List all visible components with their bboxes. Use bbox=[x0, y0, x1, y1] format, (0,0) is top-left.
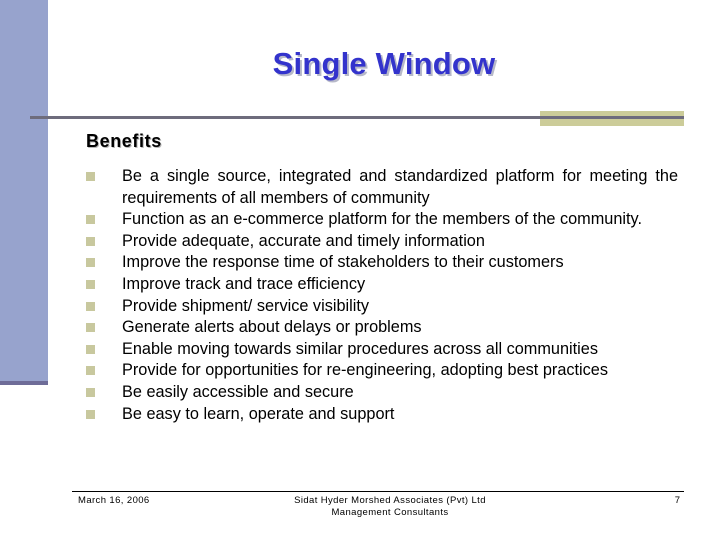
company-name: Sidat Hyder Morshed Associates (Pvt) Ltd bbox=[294, 495, 486, 506]
square-bullet-icon bbox=[86, 301, 95, 311]
square-bullet-icon bbox=[86, 387, 95, 397]
list-item: Be a single source, integrated and stand… bbox=[86, 166, 678, 209]
footer-divider bbox=[72, 491, 684, 492]
list-item: Generate alerts about delays or problems bbox=[86, 317, 678, 339]
list-item: Enable moving towards similar procedures… bbox=[86, 339, 678, 361]
bullet-text: Enable moving towards similar procedures… bbox=[122, 339, 598, 358]
square-bullet-icon bbox=[86, 258, 95, 268]
bullet-text: Be easy to learn, operate and support bbox=[122, 404, 395, 423]
page-number: 7 bbox=[674, 495, 680, 506]
footer-company: Sidat Hyder Morshed Associates (Pvt) Ltd… bbox=[270, 495, 510, 519]
list-item: Provide adequate, accurate and timely in… bbox=[86, 231, 678, 253]
list-item: Improve the response time of stakeholder… bbox=[86, 252, 678, 274]
footer-date: March 16, 2006 bbox=[78, 495, 150, 506]
slide-title: Single Window bbox=[272, 46, 496, 81]
company-subtitle: Management Consultants bbox=[331, 507, 449, 518]
list-item: Improve track and trace efficiency bbox=[86, 274, 678, 296]
square-bullet-icon bbox=[86, 279, 95, 289]
square-bullet-icon bbox=[86, 409, 95, 419]
square-bullet-icon bbox=[86, 366, 95, 376]
benefits-list: Be a single source, integrated and stand… bbox=[86, 166, 678, 425]
bullet-text: Be easily accessible and secure bbox=[122, 382, 354, 401]
bullet-text: Provide shipment/ service visibility bbox=[122, 296, 370, 315]
section-heading: Benefits bbox=[86, 131, 162, 151]
bullet-text: Function as an e-commerce platform for t… bbox=[122, 210, 642, 229]
list-item: Be easy to learn, operate and support bbox=[86, 404, 678, 426]
square-bullet-icon bbox=[86, 172, 95, 181]
list-item: Function as an e-commerce platform for t… bbox=[86, 209, 678, 231]
list-item: Provide for opportunities for re-enginee… bbox=[86, 360, 678, 382]
bullet-text: Improve track and trace efficiency bbox=[122, 274, 366, 293]
bullet-text: Improve the response time of stakeholder… bbox=[122, 253, 564, 272]
bullet-text: Provide for opportunities for re-enginee… bbox=[122, 361, 609, 380]
square-bullet-icon bbox=[86, 236, 95, 246]
square-bullet-icon bbox=[86, 215, 95, 225]
bullet-text: Be a single source, integrated and stand… bbox=[122, 167, 678, 207]
square-bullet-icon bbox=[86, 344, 95, 354]
bullet-text: Provide adequate, accurate and timely in… bbox=[122, 231, 485, 250]
square-bullet-icon bbox=[86, 323, 95, 333]
bullet-text: Generate alerts about delays or problems bbox=[122, 318, 422, 337]
title-divider bbox=[30, 116, 684, 119]
left-bar-bottom-edge bbox=[0, 381, 48, 385]
list-item: Provide shipment/ service visibility bbox=[86, 296, 678, 318]
list-item: Be easily accessible and secure bbox=[86, 382, 678, 404]
